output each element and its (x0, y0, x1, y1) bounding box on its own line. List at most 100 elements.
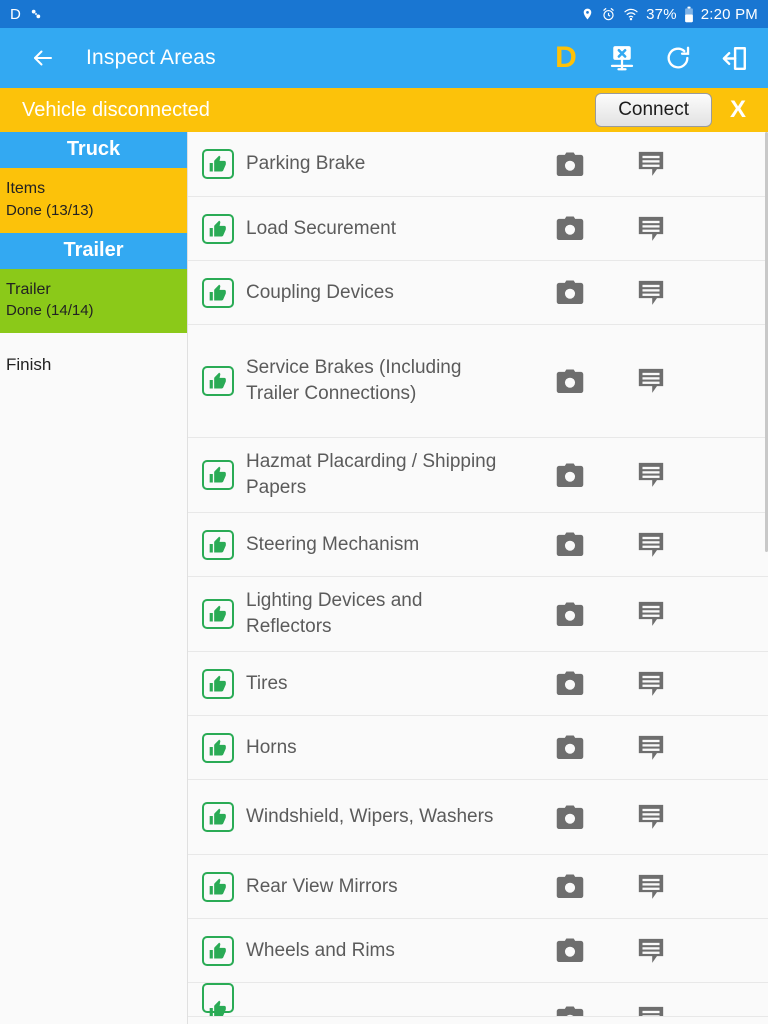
page-title: Inspect Areas (86, 46, 216, 69)
close-icon[interactable]: X (730, 96, 752, 124)
camera-icon[interactable] (522, 279, 618, 306)
thumbs-up-icon[interactable] (202, 732, 234, 763)
thumbs-up-icon[interactable] (202, 277, 234, 308)
table-row[interactable]: Rear View Mirrors (188, 855, 768, 919)
comment-icon[interactable] (618, 600, 768, 628)
thumbs-up-icon[interactable] (202, 213, 234, 244)
comment-icon[interactable] (618, 873, 768, 901)
comment-icon[interactable] (618, 461, 768, 489)
comment-icon[interactable] (618, 983, 768, 1016)
status-bar-right: 37% 2:20 PM (581, 6, 758, 23)
wifi-icon (623, 7, 639, 21)
app-screen: D 37% 2:20 PM Inspect Areas D Vehicle di… (0, 0, 768, 1024)
battery-icon (684, 6, 694, 23)
inspection-item-label: Steering Mechanism (246, 533, 420, 555)
content-area: Truck Items Done (13/13) Trailer Trailer… (0, 132, 768, 1024)
inspection-item-label: Service Brakes (Including Trailer Connec… (246, 357, 462, 404)
comment-icon[interactable] (618, 803, 768, 831)
sidebar-item-finish[interactable]: Finish (0, 333, 187, 375)
thumbs-up-icon[interactable] (202, 460, 234, 490)
battery-percent: 37% (646, 5, 677, 23)
connect-button[interactable]: Connect (595, 93, 712, 127)
comment-icon[interactable] (618, 670, 768, 698)
table-row[interactable]: Service Brakes (Including Trailer Connec… (188, 325, 768, 438)
thumbs-up-icon[interactable] (202, 529, 234, 560)
sidebar-item-trailer[interactable]: Trailer Done (14/14) (0, 268, 187, 334)
debug-icon (29, 7, 43, 21)
thumbs-up-icon[interactable] (202, 599, 234, 629)
inspection-item-label: Load Securement (246, 217, 396, 239)
driver-status-d-letter[interactable]: D (550, 42, 582, 74)
status-bar: D 37% 2:20 PM (0, 0, 768, 28)
comment-icon[interactable] (618, 367, 768, 395)
inspection-item-label: Horns (246, 736, 297, 758)
sidebar-section-header-truck[interactable]: Truck (0, 132, 187, 168)
refresh-icon[interactable] (662, 42, 694, 74)
sidebar-truck-items-title: Items (6, 180, 46, 197)
vehicle-status-message: Vehicle disconnected (22, 98, 210, 121)
table-row[interactable]: Steering Mechanism (188, 513, 768, 577)
camera-icon[interactable] (522, 804, 618, 831)
comment-icon[interactable] (618, 150, 768, 178)
camera-icon[interactable] (522, 215, 618, 242)
inspection-item-label: Wheels and Rims (246, 939, 395, 961)
sidebar-section-header-trailer[interactable]: Trailer (0, 232, 187, 269)
table-row[interactable] (188, 983, 768, 1017)
sidebar-trailer-status: Done (14/14) (6, 302, 94, 320)
inspection-item-label: Hazmat Placarding / Shipping Papers (246, 451, 497, 498)
thumbs-up-icon[interactable] (202, 935, 234, 966)
thumbs-up-icon[interactable] (202, 149, 234, 179)
inspection-items-list[interactable]: Parking Brake Load Securement Coupling D… (188, 132, 768, 1024)
back-arrow-icon[interactable] (26, 41, 60, 75)
app-bar-actions: D (550, 42, 750, 74)
table-row[interactable]: Load Securement (188, 197, 768, 261)
comment-icon[interactable] (618, 279, 768, 307)
vehicle-status-banner-actions: Connect X (595, 93, 752, 127)
table-row[interactable]: Horns (188, 716, 768, 780)
alarm-clock-icon (601, 7, 616, 22)
table-row[interactable]: Tires (188, 652, 768, 716)
camera-icon[interactable] (522, 873, 618, 900)
camera-icon[interactable] (522, 462, 618, 489)
sidebar-item-truck-items[interactable]: Items Done (13/13) (0, 168, 187, 233)
camera-icon[interactable] (522, 151, 618, 178)
table-row[interactable]: Coupling Devices (188, 261, 768, 325)
logout-icon[interactable] (718, 42, 750, 74)
status-bar-clock: 2:20 PM (700, 5, 758, 23)
camera-icon[interactable] (522, 734, 618, 761)
thumbs-up-icon[interactable] (202, 871, 234, 902)
status-letter-d: D (10, 5, 21, 23)
device-disconnected-icon[interactable] (606, 42, 638, 74)
comment-icon[interactable] (618, 531, 768, 559)
app-bar: Inspect Areas D (0, 28, 768, 88)
sidebar: Truck Items Done (13/13) Trailer Trailer… (0, 132, 188, 1024)
camera-icon[interactable] (522, 937, 618, 964)
sidebar-trailer-title: Trailer (6, 280, 51, 298)
thumbs-up-icon[interactable] (202, 983, 234, 1016)
inspection-item-label: Rear View Mirrors (246, 875, 398, 897)
vehicle-status-banner: Vehicle disconnected Connect X (0, 88, 768, 132)
thumbs-up-icon[interactable] (202, 366, 234, 396)
table-row[interactable]: Windshield, Wipers, Washers (188, 780, 768, 855)
inspection-item-label: Tires (246, 672, 288, 694)
comment-icon[interactable] (618, 215, 768, 243)
table-row[interactable]: Hazmat Placarding / Shipping Papers (188, 438, 768, 513)
location-pin-icon (581, 6, 594, 22)
table-row[interactable]: Wheels and Rims (188, 919, 768, 983)
thumbs-up-icon[interactable] (202, 802, 234, 832)
camera-icon[interactable] (522, 531, 618, 558)
table-row[interactable]: Parking Brake (188, 132, 768, 197)
camera-icon[interactable] (522, 368, 618, 395)
inspection-item-label: Coupling Devices (246, 281, 394, 303)
table-row[interactable]: Lighting Devices and Reflectors (188, 577, 768, 652)
sidebar-truck-items-status: Done (13/13) (6, 201, 94, 219)
comment-icon[interactable] (618, 734, 768, 762)
thumbs-up-icon[interactable] (202, 668, 234, 699)
inspection-item-label: Lighting Devices and Reflectors (246, 590, 423, 637)
camera-icon[interactable] (522, 983, 618, 1016)
comment-icon[interactable] (618, 937, 768, 965)
inspection-item-label: Parking Brake (246, 153, 366, 175)
camera-icon[interactable] (522, 601, 618, 628)
inspection-item-label: Windshield, Wipers, Washers (246, 806, 494, 828)
camera-icon[interactable] (522, 670, 618, 697)
